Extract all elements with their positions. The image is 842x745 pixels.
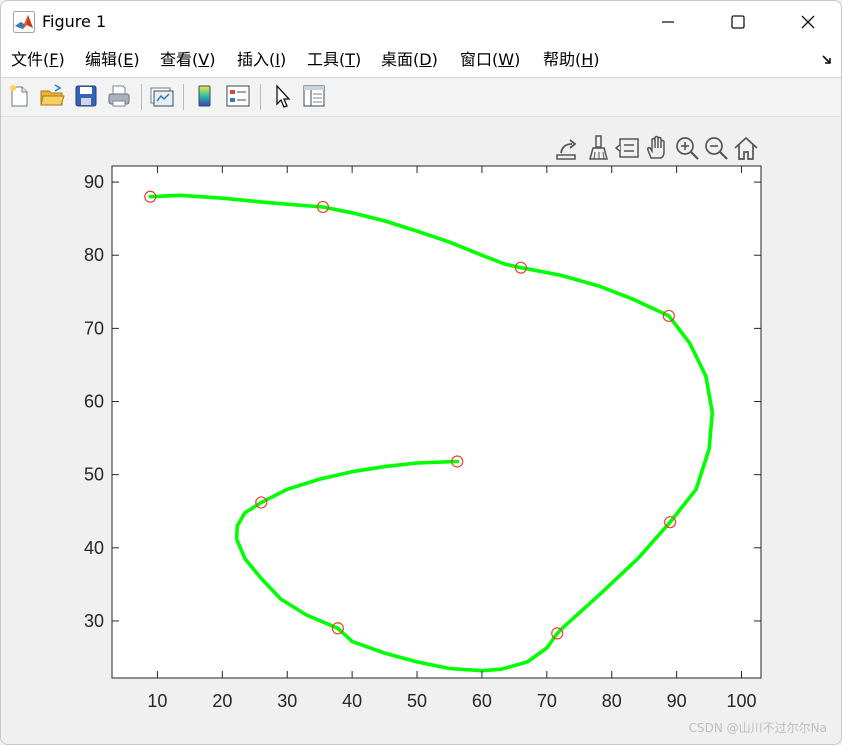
- plot-axes[interactable]: 10 20 30 40 50 60 70 80 90 100 30 40 50 60 70 80 90: [1, 1, 842, 745]
- x-tick-label: 70: [537, 691, 557, 711]
- y-tick-label: 30: [84, 611, 104, 631]
- x-tick-label: 20: [212, 691, 232, 711]
- y-tick-label: 80: [84, 245, 104, 265]
- x-tick-label: 50: [407, 691, 427, 711]
- x-tick-label: 40: [342, 691, 362, 711]
- x-tick-label: 90: [667, 691, 687, 711]
- x-tick-label: 30: [277, 691, 297, 711]
- figure-window: Figure 1 文件(F) 编辑(E) 查看(V) 插入(I) 工具(T) 桌…: [0, 0, 842, 745]
- axes-background: [112, 166, 761, 678]
- y-tick-label: 60: [84, 392, 104, 412]
- watermark-text: CSDN @山川不过尔尔Na: [688, 721, 827, 735]
- x-tick-label: 10: [147, 691, 167, 711]
- y-tick-label: 50: [84, 465, 104, 485]
- y-tick-label: 70: [84, 318, 104, 338]
- y-tick-label: 40: [84, 538, 104, 558]
- x-tick-label: 80: [602, 691, 622, 711]
- x-tick-label: 60: [472, 691, 492, 711]
- x-tick-label: 100: [727, 691, 757, 711]
- y-tick-label: 90: [84, 172, 104, 192]
